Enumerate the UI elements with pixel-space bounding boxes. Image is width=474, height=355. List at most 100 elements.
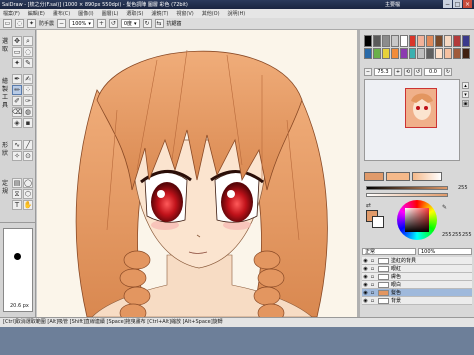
palette-swatch[interactable]	[390, 47, 399, 59]
rotate-left-icon[interactable]: ↺	[108, 19, 118, 28]
rotate-right-icon[interactable]: ↻	[142, 19, 152, 28]
angle-select[interactable]: 0度 ▾	[120, 19, 140, 28]
navigator-preview[interactable]	[364, 79, 460, 161]
menu-file[interactable]: 檔案(F)	[3, 10, 20, 17]
palette-swatch[interactable]	[453, 47, 462, 59]
lock-icon[interactable]: ▫	[369, 258, 376, 264]
menu-other[interactable]: 其他(O)	[202, 10, 220, 17]
move-icon[interactable]: ✥	[12, 36, 22, 46]
curve-icon[interactable]: ∿	[12, 140, 22, 150]
pencil-icon[interactable]: ✏	[12, 85, 22, 95]
value-slider[interactable]	[366, 186, 448, 190]
hand-icon[interactable]: ✋	[23, 200, 33, 210]
menu-canvas[interactable]: 畫布(C)	[53, 10, 70, 17]
lock-icon[interactable]: ▫	[369, 290, 376, 296]
palette-swatch[interactable]	[399, 47, 408, 59]
menu-select[interactable]: 選取(S)	[126, 10, 143, 17]
palette-swatch[interactable]	[399, 35, 408, 47]
menu-filter[interactable]: 濾鏡(T)	[151, 10, 168, 17]
edit-icon[interactable]: ✧	[12, 151, 22, 161]
nav-zoom-value[interactable]: 75.3	[374, 68, 392, 76]
gradient-swatch[interactable]	[412, 172, 442, 181]
palette-swatch[interactable]	[435, 47, 444, 59]
layer-row[interactable]: ◉ ▫ 膚色	[362, 273, 472, 281]
reset-icon[interactable]: ⟲	[404, 68, 412, 76]
blend-mode-select[interactable]: 正常	[362, 248, 416, 255]
lock-icon[interactable]: ▫	[369, 274, 376, 280]
layer-row[interactable]: ◉ ▫ 塗紅的背貝	[362, 257, 472, 265]
palette-swatch[interactable]	[364, 35, 372, 47]
nav-up-icon[interactable]: ▴	[462, 82, 469, 89]
layer-row[interactable]: ◉ ▫ 眼紅	[362, 265, 472, 273]
palette-swatch[interactable]	[390, 35, 399, 47]
layer-row[interactable]: ◉ ▫ 背景	[362, 297, 472, 305]
palette-swatch[interactable]	[417, 47, 426, 59]
lock-icon[interactable]: ▫	[369, 298, 376, 304]
palette-swatch[interactable]	[462, 47, 470, 59]
brush-preview[interactable]: 20.6 px	[3, 228, 33, 312]
swap-colors-icon[interactable]: ⇄	[366, 202, 371, 209]
select-icon[interactable]: ▭	[3, 19, 12, 28]
text-icon[interactable]: T	[12, 200, 22, 210]
palette-swatch[interactable]	[408, 35, 417, 47]
blur-icon[interactable]: ◍	[23, 107, 33, 117]
palette-swatch[interactable]	[444, 35, 453, 47]
nav-angle-value[interactable]: 0.0	[424, 68, 442, 76]
opacity-field[interactable]: 100%	[418, 248, 472, 255]
eye-icon[interactable]: ◉	[362, 258, 369, 264]
color-wheel[interactable]	[397, 200, 437, 240]
eraser-icon[interactable]: ⌫	[12, 107, 22, 117]
zoom-out-icon[interactable]: −	[57, 19, 67, 28]
palette-swatch[interactable]	[372, 35, 381, 47]
lock-icon[interactable]: ▫	[369, 282, 376, 288]
drawing-canvas[interactable]	[37, 30, 357, 317]
background-color[interactable]	[372, 216, 384, 228]
wand-tool-icon[interactable]: ✦	[12, 58, 22, 68]
zoom-in-icon[interactable]: +	[96, 19, 106, 28]
palette-swatch[interactable]	[453, 35, 462, 47]
ruler-icon[interactable]: ▤	[12, 178, 22, 188]
ellipse-icon[interactable]: ◯	[23, 178, 33, 188]
nav-down-icon[interactable]: ▾	[462, 91, 469, 98]
pen-icon[interactable]: ✒	[12, 74, 22, 84]
layer-row[interactable]: ◉ ▫ 眼白	[362, 281, 472, 289]
saturation-slider[interactable]	[366, 193, 448, 197]
palette-swatch[interactable]	[408, 47, 417, 59]
rect-select-icon[interactable]: ▭	[12, 47, 22, 57]
zoom-in-icon[interactable]: +	[394, 68, 402, 76]
lasso-tool-icon[interactable]: ◌	[23, 47, 33, 57]
eye-icon[interactable]: ◉	[362, 298, 369, 304]
antialias-label[interactable]: 抗鋸齒	[167, 20, 182, 27]
marker-icon[interactable]: ✑	[23, 96, 33, 106]
palette-swatch[interactable]	[381, 47, 390, 59]
primary-color-swatch[interactable]	[364, 172, 384, 181]
fg-bg-colors[interactable]	[366, 210, 384, 228]
menu-image[interactable]: 圖像(I)	[78, 10, 93, 17]
color-square[interactable]	[405, 208, 429, 232]
rotate-right-icon[interactable]: ↻	[444, 68, 452, 76]
lasso-icon[interactable]: ◌	[15, 19, 24, 28]
menu-edit[interactable]: 編輯(E)	[28, 10, 45, 17]
watercolor-icon[interactable]: ✐	[12, 96, 22, 106]
palette-swatch[interactable]	[435, 35, 444, 47]
palette-swatch[interactable]	[381, 35, 390, 47]
menu-layer[interactable]: 圖層(L)	[102, 10, 119, 17]
menu-view[interactable]: 視窗(V)	[176, 10, 193, 17]
layer-row-active[interactable]: ◉ ▫ 髮色	[362, 289, 472, 297]
flip-icon[interactable]: ⇆	[154, 19, 164, 28]
secondary-color-swatch[interactable]	[386, 172, 410, 181]
palette-swatch[interactable]	[364, 47, 372, 59]
zoom-icon[interactable]: ⌕	[23, 36, 33, 46]
airbrush-icon[interactable]: ⁘	[23, 85, 33, 95]
rotate-left-icon[interactable]: ↺	[414, 68, 422, 76]
line-icon[interactable]: ╱	[23, 140, 33, 150]
eye-icon[interactable]: ◉	[362, 266, 369, 272]
close-button[interactable]: ×	[463, 0, 472, 8]
palette-swatch[interactable]	[426, 35, 435, 47]
eye-icon[interactable]: ◉	[362, 282, 369, 288]
eye-icon[interactable]: ◉	[362, 290, 369, 296]
perspective-icon[interactable]: ⬡	[23, 189, 33, 199]
weight-icon[interactable]: ⊙	[23, 151, 33, 161]
binary-pen-icon[interactable]: ▪	[23, 118, 33, 128]
eyedropper-small-icon[interactable]: ✎	[442, 204, 447, 211]
